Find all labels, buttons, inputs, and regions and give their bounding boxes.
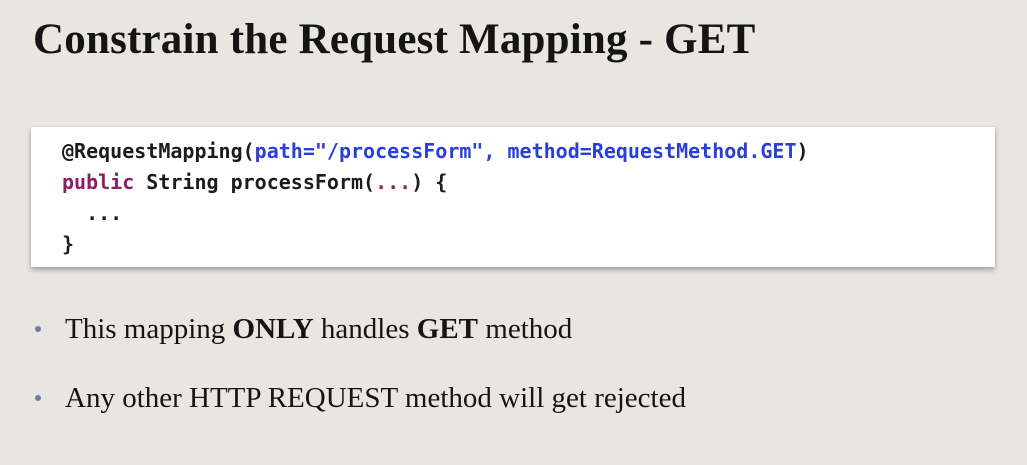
bullet-list: This mapping ONLY handles GET method Any…: [35, 310, 686, 448]
code-close-paren: ): [796, 139, 809, 163]
bullet-text-suffix: method: [478, 313, 573, 345]
code-annotation: @RequestMapping(: [62, 139, 255, 163]
bullet-dot-icon: [35, 395, 41, 401]
bullet-text-get: GET: [416, 313, 479, 345]
code-annotation-args: path="/processForm", method=RequestMetho…: [254, 139, 797, 163]
bullet-item: This mapping ONLY handles GET method: [35, 310, 686, 348]
bullet-text-prefix: This mapping: [65, 313, 233, 345]
code-line-3: ...: [62, 201, 123, 225]
code-params-ellipsis: ...: [375, 170, 412, 194]
bullet-text-middle: handles: [313, 313, 417, 345]
bullet-dot-icon: [35, 326, 41, 332]
code-line-4: }: [62, 232, 75, 256]
bullet-text: Any other HTTP REQUEST method will get r…: [65, 382, 686, 414]
code-method-signature: String processForm(: [134, 170, 376, 194]
code-block: @RequestMapping(path="/processForm", met…: [31, 127, 995, 267]
slide-title: Constrain the Request Mapping - GET: [33, 16, 756, 63]
bullet-text-only: ONLY: [232, 313, 314, 345]
code-open-brace: ) {: [411, 170, 448, 194]
code-line-2: public String processForm(...) {: [62, 167, 995, 198]
bullet-item: Any other HTTP REQUEST method will get r…: [35, 379, 686, 417]
code-keyword: public: [62, 170, 135, 194]
code-line-1: @RequestMapping(path="/processForm", met…: [62, 136, 995, 167]
